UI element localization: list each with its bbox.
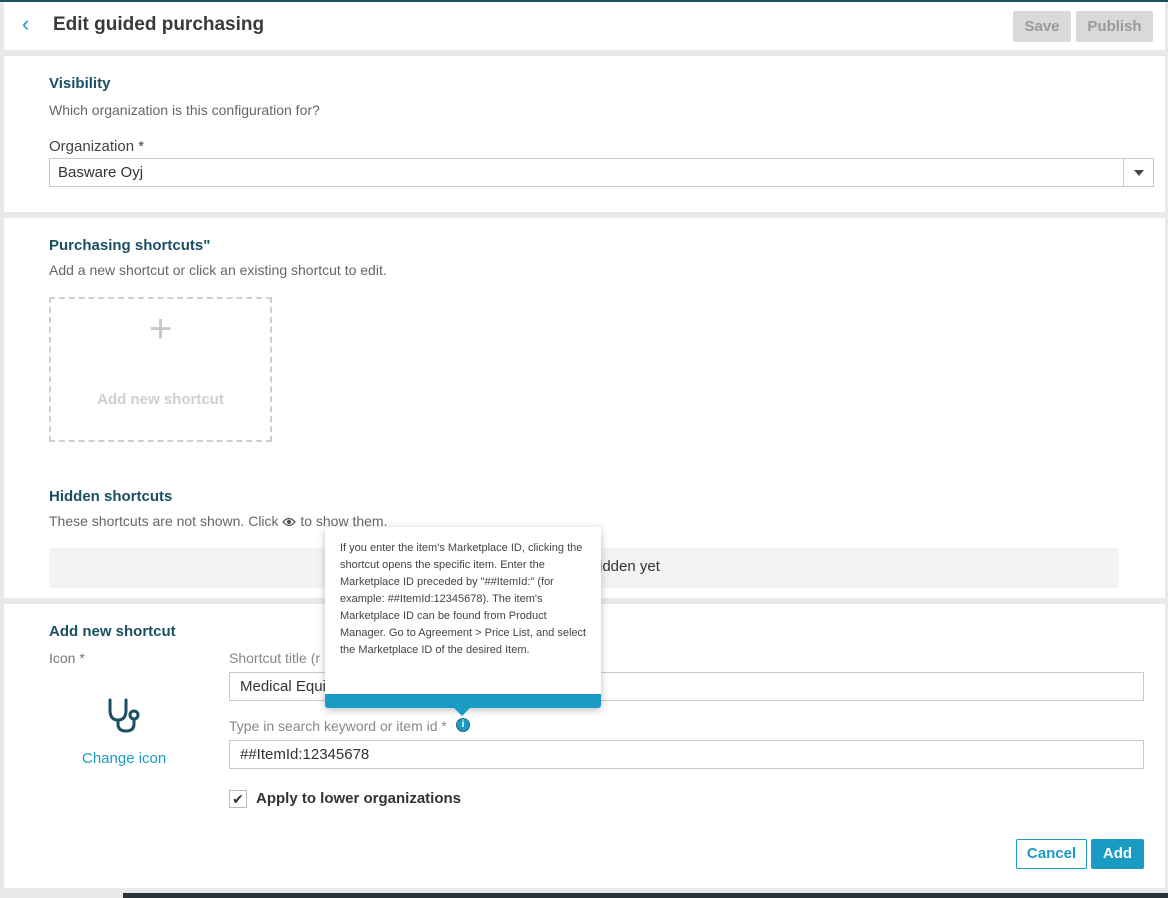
shortcuts-title: Purchasing shortcuts" (49, 237, 211, 254)
tooltip-bar (325, 694, 601, 708)
add-new-title: Add new shortcut (49, 623, 176, 640)
search-keyword-input[interactable]: ##ItemId:12345678 (229, 740, 1144, 769)
hidden-desc-before: These shortcuts are not shown. Click (49, 513, 283, 529)
visibility-title: Visibility (49, 75, 111, 92)
stethoscope-icon (108, 698, 140, 733)
chevron-left-icon[interactable]: ‹ (22, 12, 29, 36)
eye-icon (282, 518, 297, 527)
visibility-description: Which organization is this configuration… (49, 102, 320, 118)
shortcut-title-label: Shortcut title (r (229, 650, 321, 666)
publish-button[interactable]: Publish (1076, 11, 1153, 42)
save-button[interactable]: Save (1013, 11, 1071, 42)
hidden-empty-message: idden yet (599, 558, 660, 575)
add-new-shortcut-tile[interactable]: + Add new shortcut (49, 297, 272, 442)
hidden-shortcuts-title: Hidden shortcuts (49, 488, 173, 505)
apply-lower-orgs-checkbox[interactable]: ✔ (229, 790, 247, 808)
apply-lower-orgs-label[interactable]: Apply to lower organizations (256, 790, 461, 807)
shortcuts-description: Add a new shortcut or click an existing … (49, 262, 387, 278)
page-title: Edit guided purchasing (53, 14, 265, 35)
info-icon[interactable]: i (456, 718, 470, 732)
bottom-strip (123, 893, 1168, 898)
tooltip-arrow (453, 707, 471, 716)
plus-icon: + (148, 307, 173, 351)
organization-value: Basware Oyj (58, 164, 144, 181)
checkmark-icon: ✔ (232, 791, 244, 807)
cancel-button[interactable]: Cancel (1016, 839, 1087, 869)
change-icon-link[interactable]: Change icon (82, 750, 166, 767)
select-divider (1123, 159, 1124, 186)
organization-select[interactable]: Basware Oyj (49, 158, 1154, 187)
add-button[interactable]: Add (1091, 839, 1144, 869)
search-keyword-value: ##ItemId:12345678 (240, 746, 370, 763)
caret-down-icon[interactable] (1134, 170, 1144, 176)
search-keyword-label: Type in search keyword or item id * (229, 718, 447, 734)
shortcut-title-value: Medical Equi (240, 678, 326, 695)
page-header: ‹ Edit guided purchasing Save Publish (4, 2, 1165, 50)
organization-label: Organization * (49, 138, 145, 155)
add-tile-label: Add new shortcut (97, 391, 224, 408)
tooltip-text: If you enter the item's Marketplace ID, … (340, 542, 587, 656)
visibility-section: Visibility Which organization is this co… (4, 56, 1165, 212)
icon-label: Icon * (49, 650, 85, 666)
marketplace-id-tooltip: If you enter the item's Marketplace ID, … (325, 527, 601, 716)
